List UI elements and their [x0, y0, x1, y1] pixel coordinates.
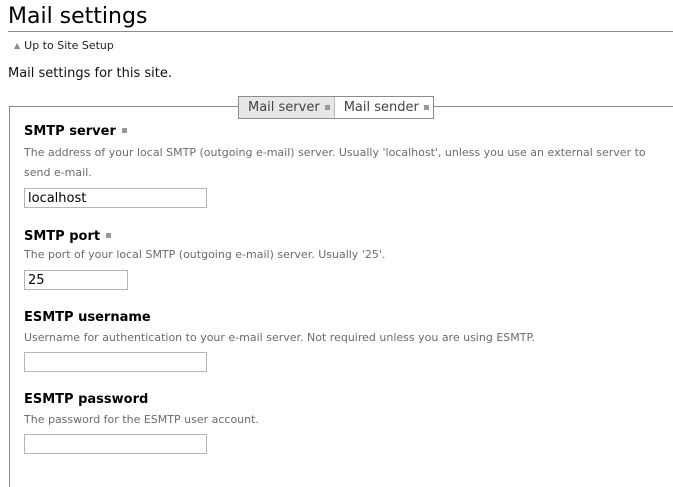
required-marker-icon	[121, 128, 127, 133]
esmtp-username-input[interactable]	[24, 352, 207, 372]
smtp-port-help: The port of your local SMTP (outgoing e-…	[24, 248, 386, 261]
required-marker-icon	[106, 233, 112, 238]
square-icon	[324, 105, 330, 110]
smtp-server-input[interactable]	[24, 188, 207, 208]
smtp-port-label: SMTP port	[24, 229, 112, 244]
up-link-label: Up to Site Setup	[24, 39, 114, 52]
page-description: Mail settings for this site.	[8, 66, 172, 81]
smtp-server-help: The address of your local SMTP (outgoing…	[24, 146, 646, 179]
page-title: Mail settings	[8, 3, 673, 32]
tab-bar: Mail server Mail sender	[238, 96, 434, 119]
esmtp-password-help: The password for the ESMTP user account.	[24, 413, 259, 426]
esmtp-password-label: ESMTP password	[24, 392, 149, 407]
tab-mail-sender-label: Mail sender	[343, 99, 419, 115]
up-arrow-icon: ▲	[14, 41, 21, 50]
square-icon	[423, 105, 429, 110]
esmtp-password-input[interactable]	[24, 434, 207, 454]
esmtp-username-label: ESMTP username	[24, 310, 151, 325]
tab-mail-server-label: Mail server	[248, 99, 320, 115]
smtp-server-label: SMTP server	[24, 124, 127, 139]
tab-mail-sender[interactable]: Mail sender	[333, 97, 433, 118]
up-to-site-setup-link[interactable]: ▲ Up to Site Setup	[14, 39, 114, 52]
tab-mail-server[interactable]: Mail server	[239, 97, 334, 118]
esmtp-username-help: Username for authentication to your e-ma…	[24, 331, 535, 344]
smtp-port-input[interactable]	[24, 270, 128, 290]
